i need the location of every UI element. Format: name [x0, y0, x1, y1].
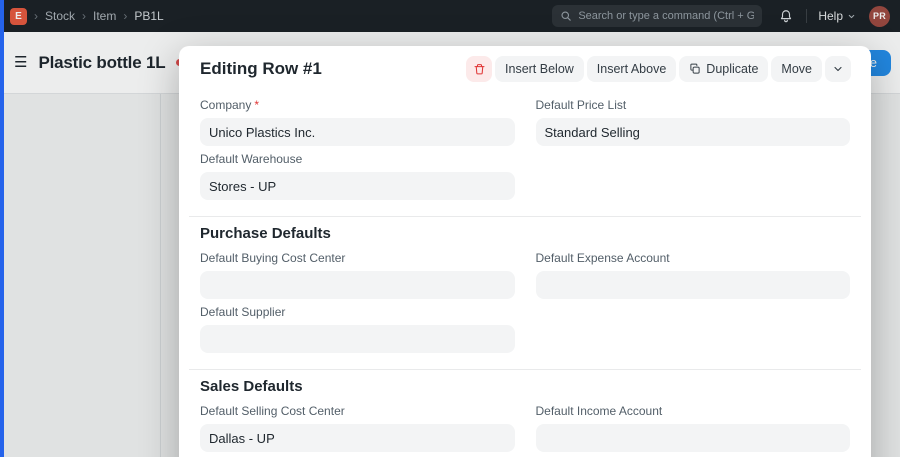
field-default-price-list: Default Price List	[535, 98, 850, 146]
default-warehouse-input[interactable]	[200, 172, 515, 200]
field-company: Company *	[200, 98, 515, 146]
default-buying-cost-center-input[interactable]	[200, 271, 515, 299]
field-label: Company *	[200, 98, 260, 112]
move-button[interactable]: Move	[771, 56, 822, 82]
default-selling-cost-center-input[interactable]	[200, 424, 515, 452]
trash-icon	[473, 63, 486, 76]
field-label: Default Selling Cost Center	[200, 404, 345, 418]
duplicate-icon	[689, 63, 701, 75]
insert-above-button[interactable]: Insert Above	[586, 56, 677, 82]
default-supplier-input[interactable]	[200, 325, 515, 353]
sales-defaults-heading: Sales Defaults	[200, 378, 303, 395]
purchase-defaults-heading: Purchase Defaults	[200, 225, 331, 242]
company-input[interactable]	[200, 118, 515, 146]
app-window: E › Stock › Item › PB1L Search or type a…	[0, 0, 900, 457]
field-label: Default Expense Account	[535, 251, 670, 265]
field-label: Default Price List	[535, 98, 627, 112]
field-default-income-account: Default Income Account	[535, 404, 850, 452]
insert-below-button[interactable]: Insert Below	[495, 56, 584, 82]
modal-body: Company* Default Price List Default Ware…	[179, 90, 871, 457]
default-expense-account-input[interactable]	[535, 271, 850, 299]
field-label: Default Income Account	[535, 404, 663, 418]
window-edge-accent	[0, 0, 4, 457]
field-default-buying-cost-center: Default Buying Cost Center	[200, 251, 515, 299]
duplicate-label: Duplicate	[706, 62, 759, 76]
default-price-list-input[interactable]	[535, 118, 850, 146]
section-divider	[189, 216, 861, 217]
field-label: Default Supplier	[200, 305, 286, 319]
required-marker: *	[254, 98, 260, 112]
field-default-warehouse: Default Warehouse	[200, 152, 515, 200]
duplicate-button[interactable]: Duplicate	[679, 56, 769, 82]
modal-actions: Insert Below Insert Above Duplicate Move	[466, 56, 851, 82]
modal-header: Editing Row #1 Insert Below Insert Above	[179, 46, 871, 90]
edit-row-modal: Editing Row #1 Insert Below Insert Above	[179, 46, 871, 457]
more-options-button[interactable]	[825, 56, 851, 82]
delete-row-button[interactable]	[466, 56, 493, 82]
default-income-account-input[interactable]	[535, 424, 850, 452]
modal-title: Editing Row #1	[200, 59, 322, 78]
field-default-supplier: Default Supplier	[200, 305, 515, 353]
field-default-selling-cost-center: Default Selling Cost Center	[200, 404, 515, 452]
field-default-expense-account: Default Expense Account	[535, 251, 850, 299]
chevron-down-icon	[832, 63, 844, 75]
field-label: Default Buying Cost Center	[200, 251, 346, 265]
section-divider	[189, 369, 861, 370]
field-label: Default Warehouse	[200, 152, 303, 166]
